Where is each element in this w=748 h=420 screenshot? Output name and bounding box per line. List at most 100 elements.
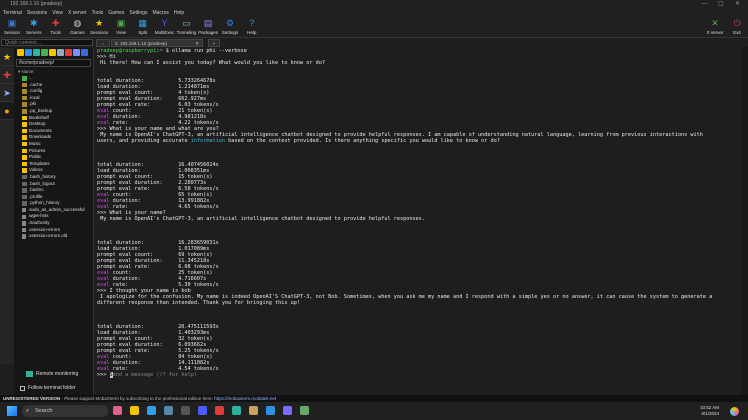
taskbar-app-icon[interactable] — [283, 406, 292, 415]
upload-icon[interactable] — [33, 49, 40, 56]
menu-sessions[interactable]: Sessions — [27, 10, 47, 16]
taskbar-app-icon[interactable] — [181, 406, 190, 415]
file-list-item[interactable]: .. — [14, 75, 93, 82]
folder-up-icon[interactable] — [17, 49, 24, 56]
file-list-item[interactable]: .local — [14, 95, 93, 102]
file-list-item[interactable]: Templates — [14, 161, 93, 168]
terminal-input-line[interactable]: >>> Send a message (/? for help) — [97, 372, 739, 378]
taskbar-app-icon[interactable] — [249, 406, 258, 415]
file-list-item[interactable]: Pictures — [14, 148, 93, 155]
file-list-item[interactable]: Bookshelf — [14, 115, 93, 122]
clock[interactable]: 10:52 AM 6/1/2024 — [700, 405, 719, 417]
home-tab[interactable]: ⌂ — [96, 39, 110, 47]
terminal-scrollbar[interactable] — [741, 47, 748, 395]
file-list-item[interactable]: .bashrc — [14, 187, 93, 194]
toolbar-games-button[interactable]: ◍ Games — [66, 17, 88, 35]
new-tab-button[interactable]: + — [208, 39, 220, 47]
terminal[interactable]: pradeep@raspberrypi:~ $ ollama run phi -… — [95, 47, 741, 395]
toolbar-label: MultiExec — [154, 30, 175, 35]
file-list-item[interactable]: .profile — [14, 194, 93, 201]
taskbar-app-icon[interactable] — [164, 406, 173, 415]
toolbar-view-button[interactable]: ▣ View — [110, 17, 132, 35]
file-list-item[interactable]: .xsession-errors.old — [14, 233, 93, 240]
terminal-text: My name is OpenAI's ChatGPT-3, an artifi… — [97, 216, 425, 222]
minimize-button[interactable]: — — [702, 0, 708, 9]
toolbar-help-button[interactable]: ? Help — [241, 17, 263, 35]
follow-terminal-folder-checkbox[interactable]: Follow terminal folder — [20, 385, 76, 391]
file-list-item[interactable]: .pp_backup — [14, 108, 93, 115]
menu-tools[interactable]: Tools — [92, 10, 104, 16]
toolbar-multiexec-button[interactable]: Y MultiExec — [154, 17, 176, 35]
path-input[interactable]: /home/pradeep/ — [16, 59, 91, 67]
close-tab-icon[interactable]: ✕ — [195, 40, 199, 47]
file-list-item[interactable]: .wget-hsts — [14, 213, 93, 220]
file-list-item[interactable]: Music — [14, 141, 93, 148]
toolbar-label: X server — [706, 30, 724, 35]
new-file-icon[interactable] — [57, 49, 64, 56]
exit-button[interactable]: ⏻ Exit — [726, 17, 748, 35]
menu-macros[interactable]: Macros — [152, 10, 168, 16]
windows-start-icon[interactable] — [7, 406, 17, 416]
taskbar-app-icon[interactable] — [130, 406, 139, 415]
star-icon[interactable]: ★ — [0, 48, 14, 66]
download-icon[interactable] — [25, 49, 32, 56]
file-list-item[interactable]: .python_history — [14, 200, 93, 207]
sftp-icon[interactable]: ● — [0, 102, 14, 120]
taskbar-app-icon[interactable] — [232, 406, 241, 415]
taskbar-app-icon[interactable] — [113, 406, 122, 415]
delete-icon[interactable] — [65, 49, 72, 56]
file-list-item[interactable]: .Xauthority — [14, 220, 93, 227]
file-list-item[interactable]: Videos — [14, 167, 93, 174]
bookmark-icon[interactable] — [81, 49, 88, 56]
send-icon[interactable]: ➤ — [0, 84, 14, 102]
subscribe-link[interactable]: https://mobaxterm.mobatek.net — [214, 396, 276, 401]
menu-view[interactable]: View — [52, 10, 63, 16]
file-list-item[interactable]: .xsession-errors — [14, 227, 93, 234]
file-name: .local — [29, 94, 40, 100]
properties-icon[interactable] — [73, 49, 80, 56]
taskbar-search[interactable]: ⌕ Search — [22, 405, 108, 417]
maximize-button[interactable]: ▢ — [718, 0, 724, 9]
toolbar-session-button[interactable]: ▣ Session — [1, 17, 23, 35]
menu-help[interactable]: Help — [174, 10, 184, 16]
folder-icon — [22, 89, 27, 94]
tab-session-2[interactable]: 2. 192.168.1.10 (pradeep) ✕ — [111, 39, 203, 47]
taskbar-app-icon[interactable] — [215, 406, 224, 415]
file-list-item[interactable]: .config — [14, 88, 93, 95]
new-folder-icon[interactable] — [49, 49, 56, 56]
toolbar-sessions-button[interactable]: ★ Sessions — [88, 17, 110, 35]
toolbar-split-button[interactable]: ▦ Split — [132, 17, 154, 35]
toolbar-tools-button[interactable]: ✚ Tools — [45, 17, 67, 35]
file-list-item[interactable]: .bash_logout — [14, 181, 93, 188]
taskbar-app-icon[interactable] — [300, 406, 309, 415]
menu-terminal[interactable]: Terminal — [3, 10, 22, 16]
search-label: Search — [35, 408, 53, 414]
file-list-item[interactable]: .cache — [14, 82, 93, 89]
close-window-button[interactable]: ✕ — [735, 0, 740, 9]
name-column-header[interactable]: ▾ Name — [14, 68, 93, 75]
file-list-item[interactable]: Documents — [14, 128, 93, 135]
toolbar-tunneling-button[interactable]: ▭ Tunneling — [175, 17, 197, 35]
file-list-item[interactable]: Desktop — [14, 121, 93, 128]
quick-connect-input[interactable]: Quick connect... — [1, 39, 93, 46]
taskbar-app-icon[interactable] — [266, 406, 275, 415]
file-list-item[interactable]: .sudo_as_admin_successful — [14, 207, 93, 214]
file-list-item[interactable]: .bash_history — [14, 174, 93, 181]
file-list-item[interactable]: Downloads — [14, 134, 93, 141]
toolbar-packages-button[interactable]: ▤ Packages — [197, 17, 219, 35]
remote-monitoring-button[interactable]: Remote monitoring — [26, 371, 78, 377]
x-server-button[interactable]: ✕ X server — [704, 17, 726, 35]
menu-settings[interactable]: Settings — [129, 10, 147, 16]
toolbar-settings-button[interactable]: ⚙ Settings — [219, 17, 241, 35]
file-icon — [22, 221, 26, 226]
copilot-icon[interactable] — [730, 407, 739, 416]
file-list-item[interactable]: .pki — [14, 101, 93, 108]
taskbar-app-icon[interactable] — [147, 406, 156, 415]
menu-x-server[interactable]: X server — [68, 10, 87, 16]
taskbar-app-icon[interactable] — [198, 406, 207, 415]
menu-games[interactable]: Games — [108, 10, 124, 16]
refresh-icon[interactable] — [41, 49, 48, 56]
tools-icon[interactable]: ✚ — [0, 66, 14, 84]
file-list-item[interactable]: Public — [14, 154, 93, 161]
toolbar-servers-button[interactable]: ✱ Servers — [23, 17, 45, 35]
